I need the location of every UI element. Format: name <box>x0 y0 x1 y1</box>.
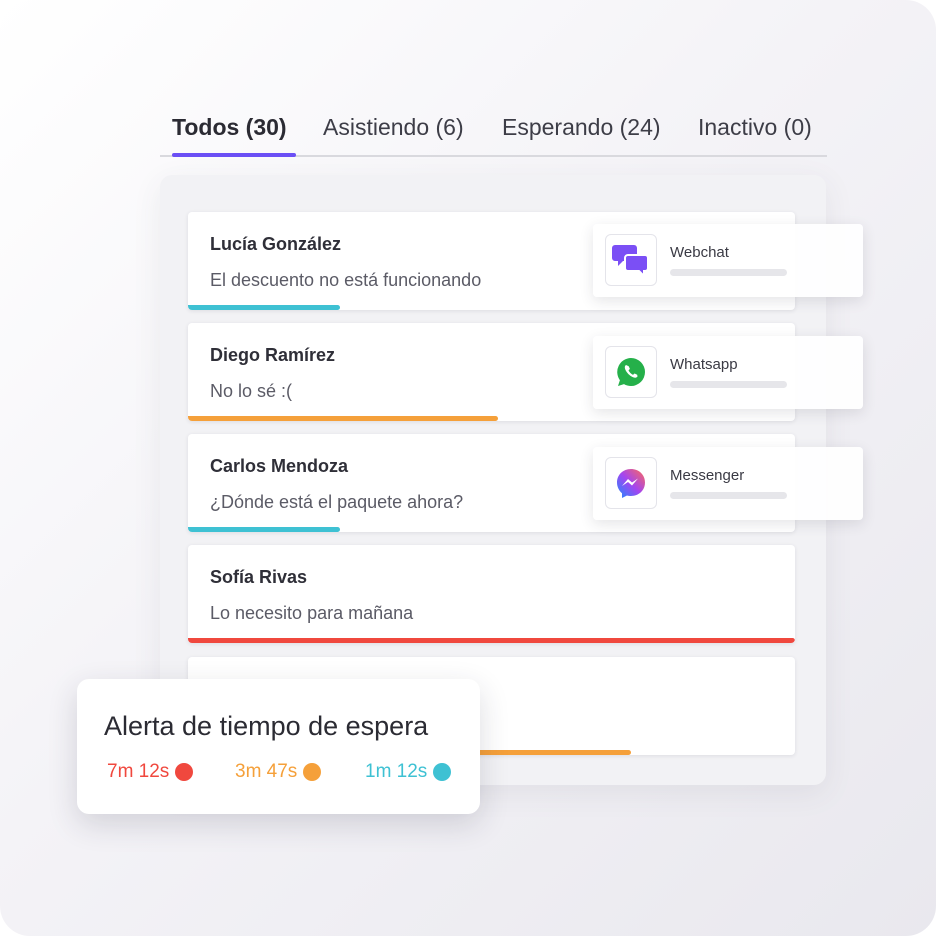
contact-name: Sofía Rivas <box>210 567 308 587</box>
last-message: El descuento no está funcionando <box>210 270 482 290</box>
last-message: Lo necesito para mañana <box>210 603 414 623</box>
channel-card-whatsapp: Whatsapp <box>593 336 863 409</box>
alert-item-orange: 3m 47s <box>235 761 322 783</box>
messenger-icon <box>605 457 657 509</box>
tab-todos[interactable]: Todos (30) <box>172 114 296 157</box>
whatsapp-icon <box>605 346 657 398</box>
last-message: No lo sé :( <box>210 381 293 401</box>
alert-item-cyan: 1m 12s <box>365 761 452 783</box>
placeholder-line <box>670 492 787 499</box>
alert-time: 3m 47s <box>235 761 298 782</box>
channel-card-messenger: Messenger <box>593 447 863 520</box>
status-dot <box>303 763 322 781</box>
channel-label: Messenger <box>670 467 745 484</box>
conversation-tabs: Todos (30) Asistiendo (6) Esperando (24)… <box>160 104 827 157</box>
placeholder-line <box>670 381 787 388</box>
tab-inactivo[interactable]: Inactivo (0) <box>698 114 812 157</box>
wait-time-alert: Alerta de tiempo de espera 7m 12s 3m 47s… <box>77 679 480 814</box>
wait-time-bar <box>188 416 498 421</box>
contact-name: Lucía González <box>210 234 342 254</box>
tab-asistiendo[interactable]: Asistiendo (6) <box>323 114 464 157</box>
tab-esperando[interactable]: Esperando (24) <box>502 114 661 157</box>
alert-time: 7m 12s <box>107 761 170 782</box>
background-stage: Todos (30) Asistiendo (6) Esperando (24)… <box>0 0 936 936</box>
wait-time-bar <box>188 305 340 310</box>
channel-label: Whatsapp <box>670 356 738 373</box>
channel-label: Webchat <box>670 244 729 261</box>
alert-time: 1m 12s <box>365 761 428 782</box>
wait-time-bar <box>188 527 340 532</box>
last-message: ¿Dónde está el paquete ahora? <box>210 492 464 512</box>
alert-title: Alerta de tiempo de espera <box>104 711 429 741</box>
conversation-card[interactable]: Sofía Rivas Lo necesito para mañana <box>188 545 795 643</box>
placeholder-line <box>670 269 787 276</box>
alert-item-red: 7m 12s <box>107 761 194 783</box>
channel-card-webchat: Webchat <box>593 224 863 297</box>
contact-name: Carlos Mendoza <box>210 456 349 476</box>
webchat-icon <box>605 234 657 286</box>
contact-name: Diego Ramírez <box>210 345 336 365</box>
status-dot <box>175 763 194 781</box>
wait-time-bar <box>188 638 795 643</box>
status-dot <box>433 763 452 781</box>
